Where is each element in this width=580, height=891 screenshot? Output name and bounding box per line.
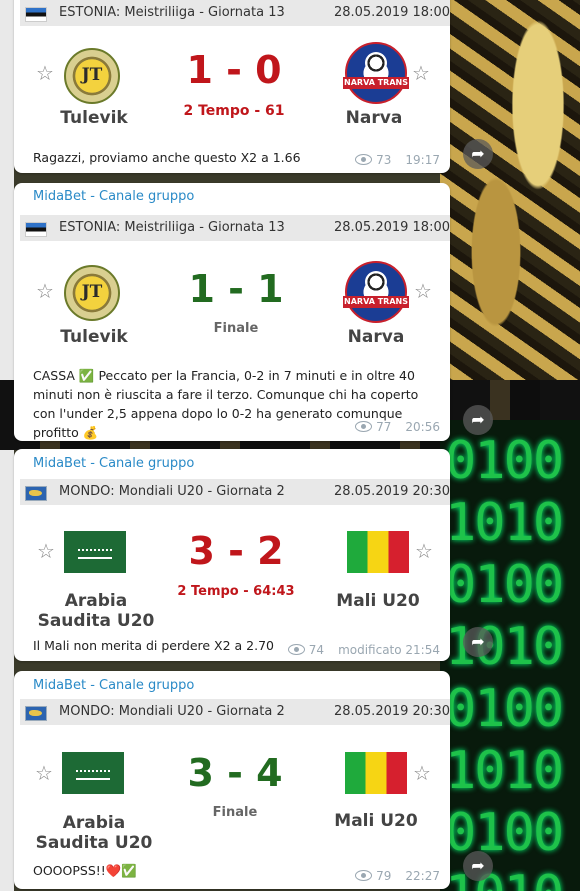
- sender-name[interactable]: MidaBet - Canale gruppo: [33, 189, 194, 204]
- mali-flag: [345, 752, 407, 794]
- view-count: 74: [308, 643, 325, 657]
- message-time: 22:27: [405, 869, 440, 883]
- match-banner: ESTONIA: Meistriliiga - Giornata 13 28.0…: [20, 0, 450, 26]
- message-time: 19:17: [405, 153, 440, 167]
- league-label: MONDO: Mondiali U20 - Giornata 2: [59, 704, 285, 719]
- match-status: 2 Tempo - 64:43: [177, 584, 295, 599]
- match-status: Finale: [213, 321, 259, 336]
- away-team: Mali U20: [334, 811, 418, 831]
- eye-icon: [355, 154, 373, 165]
- view-count: 79: [376, 869, 392, 883]
- score: 1 - 1: [188, 267, 284, 311]
- match-banner: MONDO: Mondiali U20 - Giornata 2 28.05.2…: [20, 699, 450, 725]
- favorite-star-icon[interactable]: ☆: [37, 539, 55, 563]
- league-label: MONDO: Mondiali U20 - Giornata 2: [59, 484, 285, 499]
- tulevik-logo: JT: [64, 48, 120, 104]
- sender-name[interactable]: MidaBet - Canale gruppo: [33, 456, 194, 471]
- favorite-star-icon[interactable]: ☆: [412, 61, 430, 85]
- saudi-arabia-flag: [64, 531, 126, 573]
- mali-flag: [347, 531, 409, 573]
- favorite-star-icon[interactable]: ☆: [413, 761, 431, 785]
- message-card[interactable]: MidaBet - Canale gruppo ESTONIA: Meistri…: [14, 183, 450, 441]
- match-date: 28.05.2019 20:30: [333, 484, 450, 499]
- home-team: Arabia Saudita U20: [37, 591, 155, 631]
- tulevik-logo: JT: [64, 265, 120, 321]
- match-date: 28.05.2019 18:00: [333, 220, 450, 235]
- message-meta: 79 22:27: [355, 869, 440, 883]
- message-meta: 77 20:56: [355, 420, 440, 434]
- eye-icon: [355, 421, 373, 432]
- view-count: 73: [376, 153, 392, 167]
- world-flag-icon: [25, 486, 47, 501]
- narva-logo: NARVA TRANS: [343, 261, 409, 323]
- match-status: 2 Tempo - 61: [183, 103, 285, 119]
- away-team: Narva: [345, 108, 403, 128]
- match-date: 28.05.2019 20:30: [333, 704, 450, 719]
- home-team: Arabia Saudita U20: [35, 813, 153, 853]
- gold-emblem-wallpaper: [440, 0, 580, 420]
- away-team: Mali U20: [336, 591, 420, 611]
- favorite-star-icon[interactable]: ☆: [36, 279, 54, 303]
- league-label: ESTONIA: Meistriliiga - Giornata 13: [59, 5, 285, 20]
- share-button[interactable]: ➦: [463, 627, 493, 657]
- message-card[interactable]: ESTONIA: Meistriliiga - Giornata 13 28.0…: [14, 0, 450, 173]
- message-meta: 74 modificato 21:54: [287, 643, 440, 657]
- home-team: Tulevik: [60, 108, 128, 128]
- away-team: Narva: [347, 327, 405, 347]
- match-banner: ESTONIA: Meistriliiga - Giornata 13 28.0…: [20, 215, 450, 241]
- home-team: Tulevik: [60, 327, 128, 347]
- share-button[interactable]: ➦: [463, 405, 493, 435]
- favorite-star-icon[interactable]: ☆: [414, 279, 432, 303]
- favorite-star-icon[interactable]: ☆: [35, 761, 53, 785]
- match-banner: MONDO: Mondiali U20 - Giornata 2 28.05.2…: [20, 479, 450, 505]
- favorite-star-icon[interactable]: ☆: [36, 61, 54, 85]
- message-card[interactable]: MidaBet - Canale gruppo MONDO: Mondiali …: [14, 449, 450, 661]
- message-time: 20:56: [405, 420, 440, 434]
- score: 1 - 0: [186, 48, 282, 92]
- estonia-flag-icon: [25, 7, 47, 22]
- eye-icon: [355, 870, 373, 881]
- match-date: 28.05.2019 18:00: [333, 5, 450, 20]
- share-button[interactable]: ➦: [463, 139, 493, 169]
- world-flag-icon: [25, 706, 47, 721]
- score: 3 - 2: [188, 529, 284, 573]
- view-count: 77: [376, 420, 392, 434]
- estonia-flag-icon: [25, 222, 47, 237]
- score: 3 - 4: [187, 751, 283, 795]
- message-time: modificato 21:54: [338, 643, 440, 657]
- favorite-star-icon[interactable]: ☆: [415, 539, 433, 563]
- message-meta: 73 19:17: [355, 153, 440, 167]
- share-button[interactable]: ➦: [463, 851, 493, 881]
- eye-icon: [287, 644, 305, 655]
- saudi-arabia-flag: [62, 752, 124, 794]
- binary-digits: 0100 1010 0100 1010 0100 1010 0100 1010: [445, 431, 564, 891]
- message-card[interactable]: MidaBet - Canale gruppo MONDO: Mondiali …: [14, 671, 450, 889]
- sender-name[interactable]: MidaBet - Canale gruppo: [33, 678, 194, 693]
- league-label: ESTONIA: Meistriliiga - Giornata 13: [59, 220, 285, 235]
- match-status: Finale: [212, 805, 258, 820]
- narva-logo: NARVA TRANS: [343, 42, 409, 104]
